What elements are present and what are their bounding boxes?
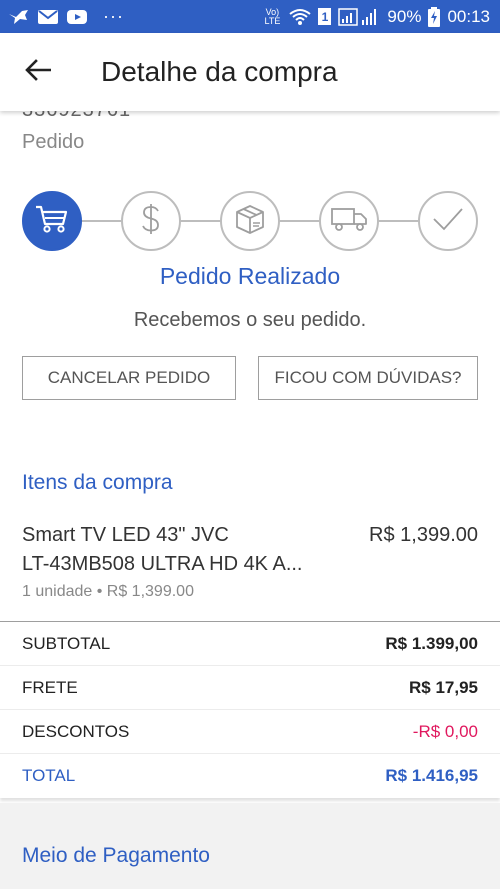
- total-label: TOTAL: [22, 766, 76, 785]
- cart-icon: [35, 204, 69, 239]
- total-value: R$ 1.416,95: [385, 766, 478, 785]
- subtotal-label: SUBTOTAL: [22, 633, 111, 653]
- youtube-icon: [66, 9, 88, 25]
- items-section-title: Itens da compra: [22, 471, 173, 494]
- back-button[interactable]: [0, 33, 76, 111]
- notification-icons: ···: [8, 6, 124, 27]
- bird-icon: [8, 8, 30, 26]
- subtotal-value: R$ 1.399,00: [385, 633, 478, 653]
- mail-icon: [37, 9, 59, 25]
- wifi-icon: [289, 8, 312, 26]
- clock: 00:13: [447, 6, 490, 26]
- system-icons: Vo) LTE 1 90% 00:13: [262, 6, 490, 27]
- sim-label: 1: [321, 9, 329, 24]
- subtotal-row: SUBTOTAL R$ 1.399,00: [0, 622, 500, 666]
- discount-value: -R$ 0,00: [412, 721, 478, 741]
- total-row: TOTAL R$ 1.416,95: [0, 754, 500, 798]
- status-bar: ··· Vo) LTE 1 90% 00:13: [0, 0, 500, 33]
- signal-icon: [338, 7, 380, 26]
- battery-charging-icon: [428, 6, 441, 27]
- dollar-icon: [139, 202, 163, 241]
- volte-icon: Vo) LTE: [262, 6, 282, 26]
- step-delivered: [418, 191, 478, 251]
- step-payment: [121, 191, 181, 251]
- order-progress-stepper: [22, 191, 478, 251]
- help-button[interactable]: FICOU COM DÚVIDAS?: [258, 356, 478, 400]
- item-quantity: 1 unidade • R$ 1,399.00: [22, 583, 194, 600]
- truck-icon: [330, 206, 368, 237]
- step-shipping: [319, 191, 379, 251]
- order-totals: SUBTOTAL R$ 1.399,00 FRETE R$ 17,95 DESC…: [0, 621, 500, 798]
- battery-percent: 90%: [387, 6, 422, 26]
- box-icon: [234, 204, 266, 239]
- app-bar: Detalhe da compra: [0, 33, 500, 111]
- more-notifications-icon: ···: [103, 6, 124, 26]
- step-preparing: [220, 191, 280, 251]
- order-number: 336923761: [22, 111, 131, 122]
- volte-label: Vo) LTE: [264, 6, 281, 26]
- order-detail-content: 336923761 Pedido: [0, 111, 500, 889]
- check-icon: [431, 205, 465, 238]
- discount-row: DESCONTOS -R$ 0,00: [0, 710, 500, 754]
- shipping-label: FRETE: [22, 677, 78, 697]
- page-title: Detalhe da compra: [101, 56, 338, 87]
- order-status-title: Pedido Realizado: [159, 263, 341, 289]
- sim-icon: 1: [318, 8, 332, 25]
- order-label: Pedido: [22, 131, 85, 153]
- payment-section: Meio de Pagamento: [0, 803, 500, 889]
- arrow-left-icon: [25, 58, 52, 86]
- discount-label: DESCONTOS: [22, 721, 130, 741]
- step-order-placed: [22, 191, 82, 251]
- item-name-line2: LT-43MB508 ULTRA HD 4K A...: [22, 553, 303, 575]
- item-price: R$ 1,399.00: [369, 524, 478, 546]
- cancel-order-button[interactable]: CANCELAR PEDIDO: [22, 356, 236, 400]
- item-name[interactable]: Smart TV LED 43" JVC LT-43MB508 ULTRA HD…: [22, 521, 342, 579]
- shipping-value: R$ 17,95: [409, 677, 478, 697]
- payment-section-title: Meio de Pagamento: [22, 844, 210, 867]
- shipping-row: FRETE R$ 17,95: [0, 666, 500, 710]
- order-status-subtitle: Recebemos o seu pedido.: [133, 309, 367, 331]
- item-name-line1: Smart TV LED 43" JVC: [22, 524, 229, 546]
